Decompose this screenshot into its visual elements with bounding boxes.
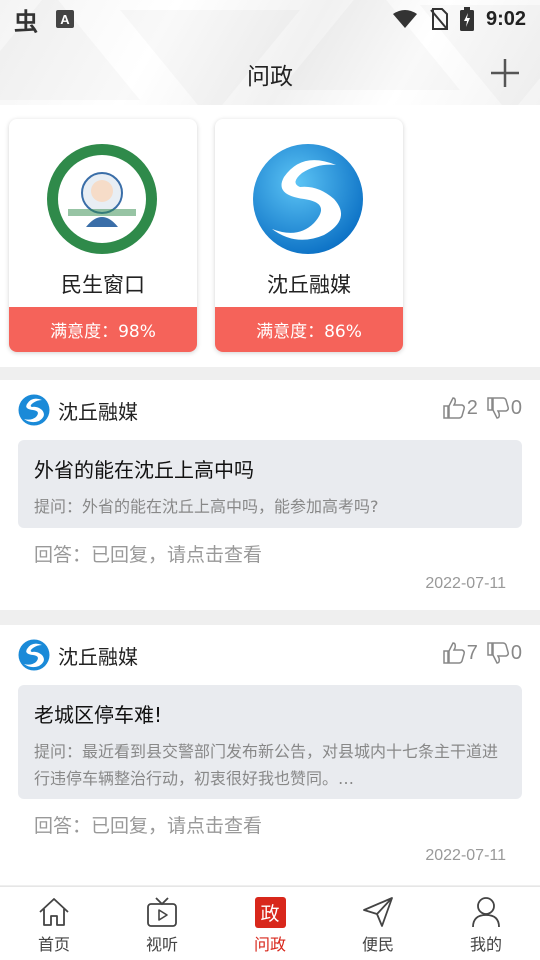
tv-icon (147, 897, 177, 927)
no-sim-icon (430, 8, 448, 30)
page-title: 问政 (247, 64, 293, 90)
question-title: 老城区停车难! (34, 703, 163, 727)
like-count: 2 (466, 396, 478, 419)
dislike-button[interactable]: 0 (486, 396, 522, 420)
dislike-count: 0 (510, 396, 522, 419)
tab-label: 我的 (469, 935, 502, 954)
battery-icon (459, 7, 474, 31)
clock: 9:02 (485, 7, 526, 30)
tab-mine[interactable]: 我的 (432, 887, 540, 960)
question-date: 2022-07-11 (425, 575, 506, 592)
tab-home[interactable]: 首页 (0, 887, 108, 960)
like-button[interactable]: 2 (442, 396, 478, 420)
shenqiu-avatar-icon (18, 639, 50, 671)
like-count: 7 (466, 641, 478, 664)
question-body: 提问：最近看到县交警部门发布新公告，对县城内十七条主干道进行违停车辆整治行动，初… (34, 742, 499, 788)
header-area: 虫 A 9:02 问政 (0, 0, 540, 105)
question-org: 沈丘融媒 (58, 399, 138, 424)
dislike-button[interactable]: 0 (486, 641, 522, 665)
question-org: 沈丘融媒 (58, 644, 138, 669)
question-card[interactable]: 沈丘融媒 7 0 老城区停车难! 提问：最近看到县交警部门发布新公告，对县城内十… (0, 625, 540, 885)
add-question-button[interactable] (488, 56, 522, 90)
user-icon (472, 897, 500, 928)
tab-wenzheng[interactable]: 政 问政 (216, 887, 324, 960)
question-body: 提问：外省的能在沈丘上高中吗，能参加高考吗? (34, 497, 379, 516)
question-content[interactable]: 老城区停车难! 提问：最近看到县交警部门发布新公告，对县城内十七条主干道进行违停… (18, 685, 522, 799)
tab-label: 视听 (145, 935, 178, 954)
satisfaction-bar: 满意度：98% (9, 307, 197, 352)
dislike-count: 0 (510, 641, 522, 664)
question-content[interactable]: 外省的能在沈丘上高中吗 提问：外省的能在沈丘上高中吗，能参加高考吗? (18, 440, 522, 528)
question-date: 2022-07-11 (425, 847, 506, 864)
question-card[interactable]: 沈丘融媒 2 0 外省的能在沈丘上高中吗 提问：外省的能在沈丘上高中吗，能参加高… (0, 380, 540, 610)
thumbs-down-icon (487, 642, 509, 664)
satisfaction-bar: 满意度：86% (215, 307, 403, 352)
thumbs-up-icon (443, 397, 465, 419)
minsheng-logo-icon (47, 144, 157, 254)
status-bar: 虫 A 9:02 (0, 0, 540, 38)
send-icon (363, 897, 393, 927)
tab-convenience[interactable]: 便民 (324, 887, 432, 960)
window-name: 沈丘融媒 (267, 273, 351, 297)
shenqiu-logo-icon (253, 144, 363, 254)
nav-bar: 问政 (0, 50, 540, 98)
bottom-tab-bar: 首页 视听 政 问政 便民 我的 (0, 886, 540, 960)
shenqiu-avatar-icon (18, 394, 50, 426)
answer-status[interactable]: 回答：已回复，请点击查看 (34, 540, 262, 567)
keyboard-icon: A (56, 10, 74, 28)
home-icon (39, 898, 69, 926)
windows-panel: 民生窗口 满意度：98% 沈丘融媒 满意度：86% (0, 105, 540, 367)
like-button[interactable]: 7 (442, 641, 478, 665)
tab-label: 首页 (37, 935, 70, 954)
thumbs-down-icon (487, 397, 509, 419)
window-card-minsheng[interactable]: 民生窗口 满意度：98% (9, 119, 197, 352)
zheng-icon: 政 (254, 896, 286, 928)
tab-label: 便民 (361, 935, 394, 954)
wifi-icon (392, 10, 417, 28)
question-title: 外省的能在沈丘上高中吗 (34, 458, 254, 482)
thumbs-up-icon (443, 642, 465, 664)
tab-video[interactable]: 视听 (108, 887, 216, 960)
tab-label: 问政 (253, 935, 286, 954)
window-name: 民生窗口 (61, 273, 145, 297)
app-notification-icon: 虫 (14, 7, 38, 36)
window-card-shenqiu[interactable]: 沈丘融媒 满意度：86% (215, 119, 403, 352)
answer-status[interactable]: 回答：已回复，请点击查看 (34, 811, 262, 838)
